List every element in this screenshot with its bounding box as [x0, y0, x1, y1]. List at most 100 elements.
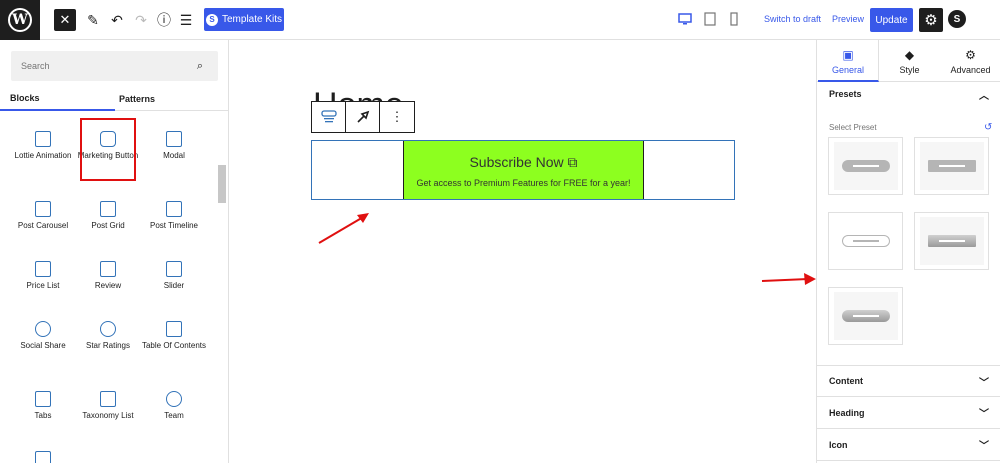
- social-share-icon: [35, 321, 51, 337]
- block-slider[interactable]: Slider: [141, 261, 207, 291]
- preset-3[interactable]: [828, 212, 903, 270]
- chevron-down-icon: ﹀: [979, 377, 989, 389]
- tablet-preview-icon[interactable]: [703, 12, 717, 26]
- settings-gear-icon[interactable]: ⚙: [919, 8, 943, 32]
- chevron-down-icon: ﹀: [979, 441, 989, 452]
- subscribe-cta-button[interactable]: Subscribe Now ⧉ Get access to Premium Fe…: [403, 141, 644, 199]
- select-preset-label: Select Preset: [829, 123, 877, 132]
- block-testimonial[interactable]: [10, 451, 76, 463]
- heading-heading: Heading: [829, 407, 865, 418]
- editor-canvas: Home ⋮ Subscribe Now ⧉ Get access to Pre…: [229, 40, 816, 463]
- presets-heading: Presets: [829, 89, 862, 99]
- block-label: Tabs: [34, 411, 52, 420]
- block-label: Modal: [163, 151, 185, 160]
- star-ratings-icon: [100, 321, 116, 337]
- settings-tabs: ▣ General ◆ Style ⚙ Advanced: [817, 40, 1000, 82]
- drag-handle-icon[interactable]: [346, 102, 380, 132]
- plugin-s-icon[interactable]: S: [948, 10, 966, 28]
- marketing-button-block[interactable]: Subscribe Now ⧉ Get access to Premium Fe…: [311, 140, 735, 200]
- block-post-carousel[interactable]: Post Carousel: [10, 201, 76, 231]
- gear-icon: ⚙: [965, 48, 976, 62]
- block-inserter-panel: ⌕ Blocks Patterns Lottie Animation Marke…: [0, 40, 229, 463]
- block-review[interactable]: Review: [75, 261, 141, 291]
- paint-bucket-icon: ◆: [904, 48, 915, 62]
- list-view-icon[interactable]: ☰: [178, 8, 194, 32]
- mobile-preview-icon[interactable]: [727, 12, 741, 26]
- chevron-up-icon: ︿: [979, 90, 989, 102]
- price-list-icon: [35, 261, 51, 277]
- block-label: Star Ratings: [85, 341, 131, 350]
- update-button[interactable]: Update: [870, 8, 913, 32]
- block-modal[interactable]: Modal: [141, 131, 207, 161]
- block-post-grid[interactable]: Post Grid: [75, 201, 141, 231]
- annotation-arrow-icon: [318, 213, 369, 244]
- block-toolbar: ⋮: [311, 101, 415, 133]
- block-lottie-animation[interactable]: Lottie Animation: [10, 131, 76, 161]
- block-label: Post Timeline: [149, 221, 199, 230]
- tab-patterns[interactable]: Patterns: [115, 87, 159, 111]
- switch-to-draft-button[interactable]: Switch to draft: [764, 14, 821, 24]
- block-social-share[interactable]: Social Share: [10, 321, 76, 351]
- cta-title-text: Subscribe Now: [469, 154, 564, 170]
- icon-heading: Icon: [829, 439, 848, 450]
- tab-blocks[interactable]: Blocks: [0, 87, 115, 111]
- tab-general-label: General: [831, 65, 865, 75]
- cta-title: Subscribe Now ⧉: [404, 154, 643, 171]
- editor-top-bar: W ✕ ✎ ↶ ↷ ⓘ ☰ S Template Kits Switch to …: [0, 0, 1000, 40]
- wordpress-icon: W: [8, 8, 32, 32]
- block-post-timeline[interactable]: Post Timeline: [141, 201, 207, 231]
- preset-1[interactable]: [828, 137, 903, 195]
- panel-scrollbar[interactable]: [218, 165, 226, 203]
- taxonomy-list-icon: [100, 391, 116, 407]
- desktop-preview-icon[interactable]: [678, 12, 692, 26]
- tab-advanced[interactable]: ⚙ Advanced: [940, 40, 1000, 82]
- preview-button[interactable]: Preview: [832, 14, 864, 24]
- block-label: Taxonomy List: [82, 411, 134, 420]
- block-label: Team: [164, 411, 184, 420]
- content-heading: Content: [829, 376, 863, 386]
- block-search: ⌕: [11, 51, 218, 81]
- tab-general[interactable]: ▣ General: [818, 40, 879, 82]
- block-settings-panel: ▣ General ◆ Style ⚙ Advanced Presets ︿ S…: [816, 40, 1000, 463]
- team-icon: [166, 391, 182, 407]
- block-taxonomy-list[interactable]: Taxonomy List: [75, 391, 141, 421]
- block-tabs[interactable]: Tabs: [10, 391, 76, 421]
- block-table-of-contents[interactable]: Table Of Contents: [141, 321, 207, 351]
- details-info-icon[interactable]: ⓘ: [156, 8, 172, 32]
- content-section-header[interactable]: Content ﹀: [817, 365, 1000, 397]
- preset-2[interactable]: [914, 137, 989, 195]
- block-label: Price List: [26, 281, 60, 290]
- block-price-list[interactable]: Price List: [10, 261, 76, 291]
- block-team[interactable]: Team: [141, 391, 207, 421]
- block-star-ratings[interactable]: Star Ratings: [75, 321, 141, 351]
- block-label: Lottie Animation: [14, 151, 72, 160]
- undo-icon[interactable]: ↶: [108, 8, 126, 32]
- tab-style-label: Style: [899, 65, 920, 75]
- redo-icon[interactable]: ↷: [132, 8, 150, 32]
- post-carousel-icon: [35, 201, 51, 217]
- modal-icon: [166, 131, 182, 147]
- tab-style[interactable]: ◆ Style: [879, 40, 940, 82]
- block-label: Post Grid: [91, 221, 125, 230]
- tab-advanced-label: Advanced: [950, 65, 991, 75]
- close-inserter-button[interactable]: ✕: [54, 9, 76, 31]
- preset-4[interactable]: [914, 212, 989, 270]
- block-label: Review: [94, 281, 122, 290]
- search-input[interactable]: [11, 51, 181, 81]
- icon-section-header[interactable]: Icon ﹀: [817, 429, 1000, 461]
- tools-pencil-icon[interactable]: ✎: [84, 8, 102, 32]
- chevron-down-icon: ﹀: [979, 409, 989, 420]
- reset-icon[interactable]: ↺: [984, 122, 992, 133]
- template-kits-button[interactable]: S Template Kits: [204, 8, 284, 31]
- wordpress-logo-button[interactable]: W: [0, 0, 40, 40]
- block-label: Post Carousel: [17, 221, 69, 230]
- search-icon[interactable]: ⌕: [197, 60, 203, 73]
- tabs-icon: [35, 391, 51, 407]
- presets-section-header[interactable]: Presets ︿: [817, 78, 1000, 110]
- annotation-arrow-icon: [761, 273, 816, 285]
- heading-section-header[interactable]: Heading ﹀: [817, 397, 1000, 429]
- more-options-icon[interactable]: ⋮: [380, 102, 414, 132]
- block-type-marketing-button-icon[interactable]: [312, 102, 346, 132]
- preset-5[interactable]: [828, 287, 903, 345]
- testimonial-icon: [35, 451, 51, 463]
